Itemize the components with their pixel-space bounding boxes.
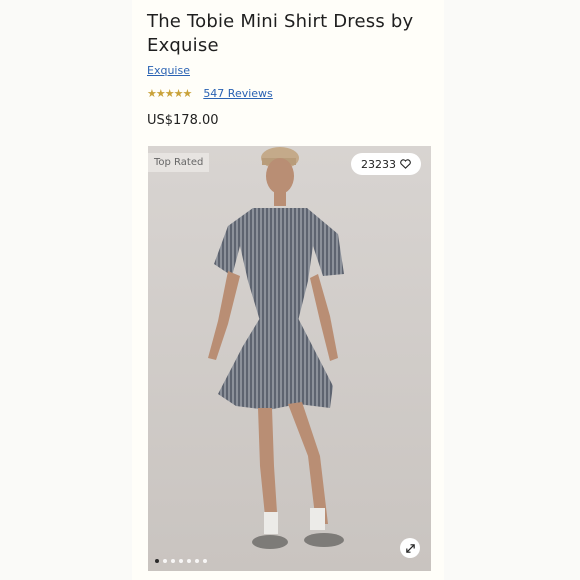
brand-link[interactable]: Exquise — [147, 64, 190, 77]
carousel-dot[interactable] — [171, 559, 175, 563]
reviews-link[interactable]: 547 Reviews — [203, 87, 272, 100]
carousel-dot[interactable] — [187, 559, 191, 563]
top-rated-badge: Top Rated — [148, 153, 210, 172]
right-margin — [444, 0, 580, 580]
like-button[interactable]: 23233 — [351, 153, 421, 175]
rating-row: ★★★★★ 547 Reviews — [147, 87, 273, 100]
expand-icon — [405, 543, 415, 553]
like-count: 23233 — [361, 157, 396, 171]
carousel-dot[interactable] — [195, 559, 199, 563]
carousel-dot[interactable] — [155, 559, 159, 563]
heart-icon — [400, 159, 411, 169]
carousel-dots[interactable] — [155, 559, 207, 563]
product-page: The Tobie Mini Shirt Dress by Exquise Ex… — [0, 0, 580, 580]
product-title: The Tobie Mini Shirt Dress by Exquise — [147, 11, 414, 56]
carousel-dot[interactable] — [163, 559, 167, 563]
rating-stars: ★★★★★ — [147, 87, 192, 100]
expand-button[interactable] — [400, 538, 420, 558]
carousel-dot[interactable] — [203, 559, 207, 563]
model-photo — [148, 146, 431, 571]
carousel-dot[interactable] — [179, 559, 183, 563]
left-margin — [0, 0, 132, 580]
product-price: US$178.00 — [147, 113, 219, 128]
product-image[interactable]: Top Rated 23233 — [148, 146, 431, 571]
